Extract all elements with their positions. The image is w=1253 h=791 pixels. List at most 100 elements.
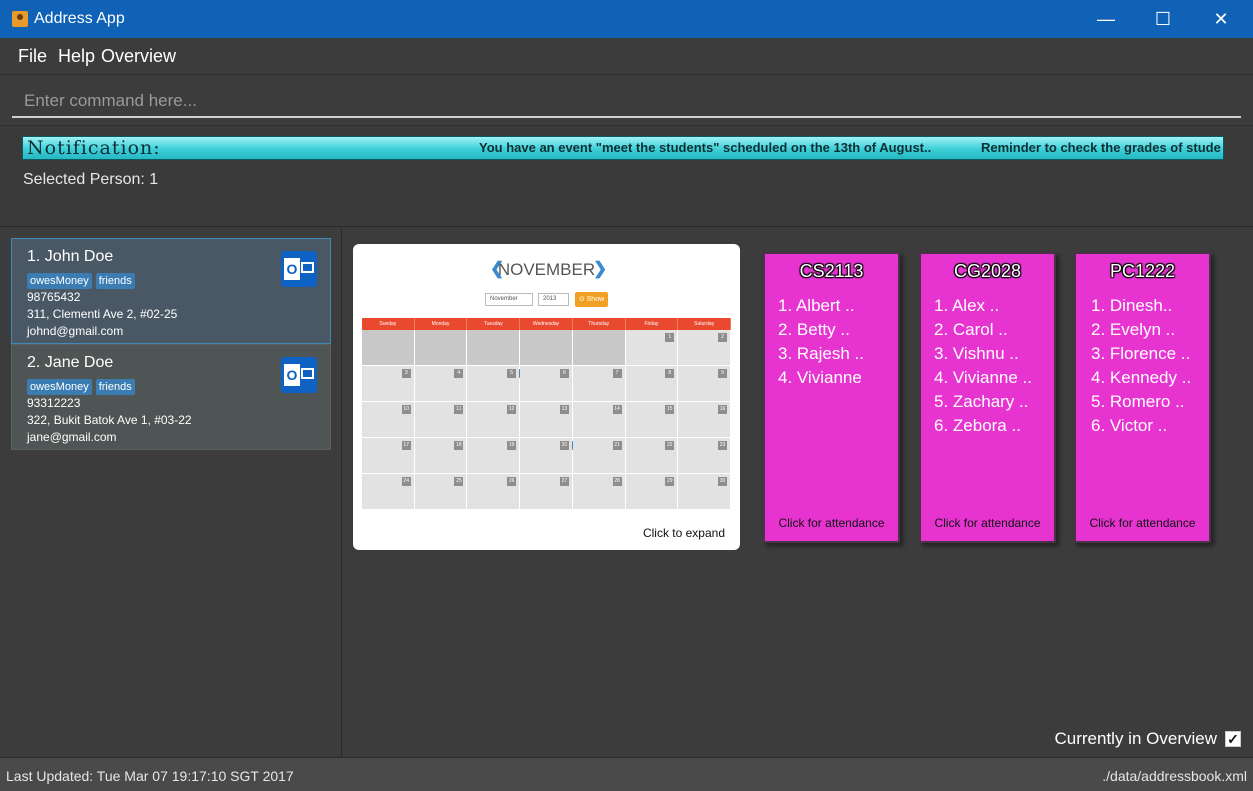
- outlook-icon[interactable]: O: [281, 251, 317, 287]
- show-button[interactable]: ⊙ Show: [575, 292, 608, 307]
- menu-overview[interactable]: Overview: [101, 46, 176, 67]
- day-number: 8: [665, 369, 675, 378]
- tag: friends: [95, 379, 135, 395]
- next-month-icon[interactable]: ❯: [593, 259, 607, 279]
- calendar-day[interactable]: 30: [678, 474, 731, 510]
- calendar-day[interactable]: 10: [362, 402, 415, 438]
- notification-label: Notification:: [27, 137, 161, 159]
- module-card-pc1222[interactable]: PC1222 1. Dinesh.. 2. Evelyn .. 3. Flore…: [1074, 252, 1211, 543]
- module-card-cs2113[interactable]: CS2113 1. Albert .. 2. Betty .. 3. Rajes…: [763, 252, 900, 543]
- calendar-day[interactable]: 3: [362, 366, 415, 402]
- person-list-panel: 1. John Doe owesMoney friends 98765432 31…: [0, 228, 342, 757]
- calendar-day[interactable]: 1: [625, 330, 679, 366]
- day-number: 21: [612, 441, 622, 450]
- menu-file[interactable]: File: [18, 46, 47, 67]
- calendar-day[interactable]: 21: [572, 438, 626, 474]
- person-card[interactable]: 2. Jane Doe owesMoney friends 93312223 32…: [11, 344, 331, 450]
- calendar-day[interactable]: 11: [414, 402, 468, 438]
- expand-label[interactable]: Click to expand: [643, 526, 725, 540]
- notification-message: You have an event "meet the students" sc…: [479, 140, 932, 155]
- calendar-day[interactable]: 5: [467, 366, 529, 402]
- title-bar: Address App — ☐ ✕: [0, 0, 1253, 38]
- weekday-header: Friday: [625, 318, 679, 330]
- window-title: Address App: [34, 10, 125, 27]
- day-number: 15: [665, 405, 675, 414]
- calendar-day[interactable]: 16: [678, 402, 731, 438]
- calendar-day[interactable]: 2: [678, 330, 731, 366]
- month-select[interactable]: November: [485, 293, 533, 306]
- day-number: 28: [612, 477, 622, 486]
- calendar-day[interactable]: 29: [625, 474, 679, 510]
- calendar-day[interactable]: 6: [520, 366, 573, 402]
- command-area: [0, 76, 1253, 126]
- close-button[interactable]: ✕: [1198, 4, 1244, 34]
- module-card-cg2028[interactable]: CG2028 1. Alex .. 2. Carol .. 3. Vishnu …: [919, 252, 1056, 543]
- day-number: 24: [401, 477, 411, 486]
- calendar-day[interactable]: 9: [678, 366, 731, 402]
- calendar-day[interactable]: [362, 330, 415, 366]
- calendar-day[interactable]: 19: [467, 438, 521, 474]
- attendance-link[interactable]: Click for attendance: [921, 516, 1054, 530]
- calendar-day[interactable]: 18: [414, 438, 468, 474]
- student-item: 2. Carol ..: [934, 320, 1008, 339]
- calendar-day[interactable]: 14: [572, 402, 626, 438]
- calendar-day[interactable]: 24: [362, 474, 415, 510]
- day-number: 1: [665, 333, 675, 342]
- person-card[interactable]: 1. John Doe owesMoney friends 98765432 31…: [11, 238, 331, 344]
- attendance-link[interactable]: Click for attendance: [1076, 516, 1209, 530]
- calendar-day[interactable]: 20: [520, 438, 581, 474]
- calendar-day[interactable]: [467, 330, 521, 366]
- day-number: 26: [507, 477, 517, 486]
- file-path: ./data/addressbook.xml: [1102, 768, 1247, 784]
- day-number: 13: [559, 405, 569, 414]
- calendar-day[interactable]: 27: [520, 474, 573, 510]
- calendar-day[interactable]: 26: [467, 474, 521, 510]
- student-item: 6. Victor ..: [1091, 416, 1168, 435]
- maximize-button[interactable]: ☐: [1140, 4, 1186, 34]
- year-select[interactable]: 2013: [538, 293, 569, 306]
- day-number: 6: [559, 369, 569, 378]
- person-email: johnd@gmail.com: [27, 324, 124, 338]
- notification-area: Notification: You have an event "meet th…: [0, 127, 1253, 227]
- command-input[interactable]: [12, 86, 1241, 118]
- overview-checkbox[interactable]: ✓: [1225, 731, 1241, 747]
- minimize-button[interactable]: —: [1083, 4, 1129, 34]
- calendar-day[interactable]: 12: [467, 402, 521, 438]
- calendar-day[interactable]: 13: [520, 402, 573, 438]
- calendar-day[interactable]: [520, 330, 573, 366]
- calendar-day[interactable]: 25: [414, 474, 468, 510]
- student-item: 4. Kennedy ..: [1091, 368, 1192, 387]
- last-updated: Last Updated: Tue Mar 07 19:17:10 SGT 20…: [6, 768, 294, 784]
- student-item: 4. Vivianne ..: [934, 368, 1032, 387]
- day-number: 12: [507, 405, 517, 414]
- attendance-link[interactable]: Click for attendance: [765, 516, 898, 530]
- calendar-day[interactable]: [572, 330, 626, 366]
- student-item: 4. Vivianne: [778, 368, 862, 387]
- calendar-day[interactable]: [414, 330, 468, 366]
- calendar-day[interactable]: 4: [414, 366, 468, 402]
- weekday-header: Wednesday: [520, 318, 573, 330]
- student-item: 1. Alex ..: [934, 296, 1000, 315]
- calendar-day[interactable]: 28: [572, 474, 626, 510]
- student-item: 2. Evelyn ..: [1091, 320, 1176, 339]
- person-address: 311, Clementi Ave 2, #02-25: [27, 307, 178, 321]
- person-email: jane@gmail.com: [27, 430, 117, 444]
- calendar-day[interactable]: 23: [678, 438, 731, 474]
- student-item: 1. Dinesh..: [1091, 296, 1173, 315]
- overview-panel: ❮ NOVEMBER ❯ November 2013 ⊙ Show Sunday…: [343, 228, 1253, 757]
- student-item: 5. Romero ..: [1091, 392, 1185, 411]
- day-number: 20: [559, 441, 569, 450]
- calendar-card[interactable]: ❮ NOVEMBER ❯ November 2013 ⊙ Show Sunday…: [353, 244, 740, 550]
- menu-help[interactable]: Help: [58, 46, 95, 67]
- calendar-day[interactable]: 8: [625, 366, 679, 402]
- calendar-day[interactable]: 22: [625, 438, 679, 474]
- weekday-header: Sunday: [362, 318, 415, 330]
- calendar-day[interactable]: 17: [362, 438, 415, 474]
- calendar-day[interactable]: 7: [572, 366, 626, 402]
- day-number: 2: [717, 333, 727, 342]
- outlook-icon[interactable]: O: [281, 357, 317, 393]
- tag: friends: [95, 273, 135, 289]
- calendar-day[interactable]: 15: [625, 402, 679, 438]
- person-tags: owesMoney friends: [27, 271, 139, 289]
- overview-status-label: Currently in Overview: [1054, 729, 1218, 748]
